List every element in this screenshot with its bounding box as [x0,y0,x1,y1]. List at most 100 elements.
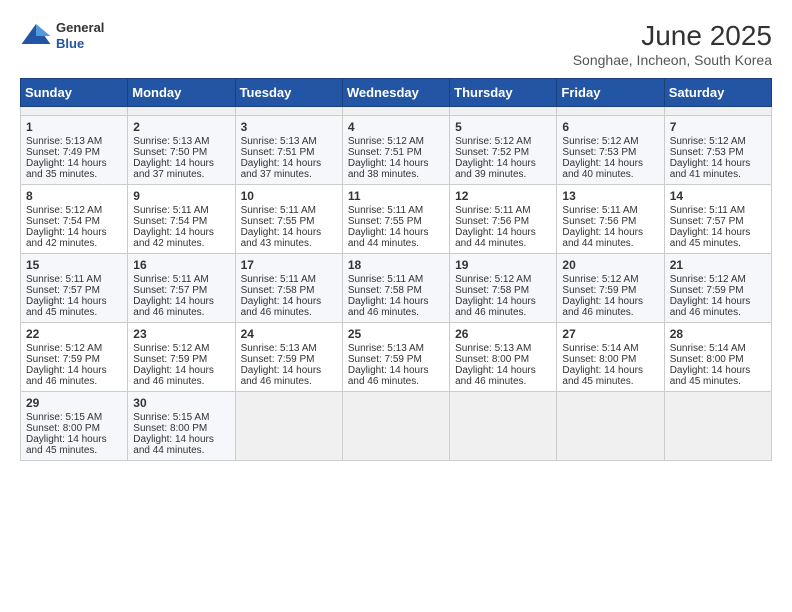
day-cell: 20Sunrise: 5:12 AMSunset: 7:59 PMDayligh… [557,254,664,323]
day-cell [557,107,664,116]
daylight-text: Daylight: 14 hours and 38 minutes. [348,158,444,180]
day-number: 13 [562,189,658,203]
day-cell [342,392,449,461]
daylight-text: Daylight: 14 hours and 46 minutes. [455,365,551,387]
day-cell [557,392,664,461]
day-cell: 10Sunrise: 5:11 AMSunset: 7:55 PMDayligh… [235,185,342,254]
daylight-text: Daylight: 14 hours and 44 minutes. [562,227,658,249]
day-cell: 26Sunrise: 5:13 AMSunset: 8:00 PMDayligh… [450,323,557,392]
week-row-2: 1 Sunrise: 5:13 AM Sunset: 7:49 PM Daylight… [21,116,772,185]
title-area: June 2025 Songhae, Incheon, South Korea [573,20,772,68]
sunrise-text: Sunrise: 5:11 AM [241,274,337,285]
sunrise-text: Sunrise: 5:12 AM [670,274,766,285]
day-cell: 3Sunrise: 5:13 AMSunset: 7:51 PMDaylight… [235,116,342,185]
day-cell: 15Sunrise: 5:11 AMSunset: 7:57 PMDayligh… [21,254,128,323]
sunset-text: Sunset: 8:00 PM [455,354,551,365]
sunrise-text: Sunrise: 5:13 AM [133,136,229,147]
day-number: 4 [348,120,444,134]
sunset-text: Sunset: 7:54 PM [133,216,229,227]
sunrise-text: Sunrise: 5:13 AM [241,343,337,354]
week-row-4: 15Sunrise: 5:11 AMSunset: 7:57 PMDayligh… [21,254,772,323]
sunrise-text: Sunrise: 5:11 AM [348,274,444,285]
day-cell: 18Sunrise: 5:11 AMSunset: 7:58 PMDayligh… [342,254,449,323]
day-cell [235,392,342,461]
daylight-text: Daylight: 14 hours and 46 minutes. [455,296,551,318]
sunrise-text: Sunrise: 5:11 AM [562,205,658,216]
daylight-text: Daylight: 14 hours and 46 minutes. [670,296,766,318]
daylight-text: Daylight: 14 hours and 42 minutes. [133,227,229,249]
sunset-text: Sunset: 7:49 PM [26,147,122,158]
day-header-saturday: Saturday [664,79,771,107]
sunrise-text: Sunrise: 5:11 AM [133,274,229,285]
day-number: 22 [26,327,122,341]
day-cell: 2Sunrise: 5:13 AMSunset: 7:50 PMDaylight… [128,116,235,185]
day-header-wednesday: Wednesday [342,79,449,107]
day-number: 1 [26,120,122,134]
day-cell [664,392,771,461]
day-number: 2 [133,120,229,134]
sunrise-text: Sunrise: 5:13 AM [241,136,337,147]
daylight-text: Daylight: 14 hours and 46 minutes. [241,296,337,318]
sunrise-text: Sunrise: 5:15 AM [26,412,122,423]
daylight-text: Daylight: 14 hours and 45 minutes. [670,365,766,387]
day-cell: 9Sunrise: 5:11 AMSunset: 7:54 PMDaylight… [128,185,235,254]
sunset-text: Sunset: 7:59 PM [26,354,122,365]
sunset-text: Sunset: 7:50 PM [133,147,229,158]
day-cell: 5Sunrise: 5:12 AMSunset: 7:52 PMDaylight… [450,116,557,185]
day-number: 27 [562,327,658,341]
daylight-text: Daylight: 14 hours and 37 minutes. [241,158,337,180]
day-cell [128,107,235,116]
daylight-text: Daylight: 14 hours and 46 minutes. [348,365,444,387]
sunset-text: Sunset: 7:58 PM [348,285,444,296]
sunset-text: Sunset: 8:00 PM [26,423,122,434]
daylight-text: Daylight: 14 hours and 44 minutes. [455,227,551,249]
day-number: 17 [241,258,337,272]
sunset-text: Sunset: 7:53 PM [670,147,766,158]
day-cell: 12Sunrise: 5:11 AMSunset: 7:56 PMDayligh… [450,185,557,254]
day-cell: 23Sunrise: 5:12 AMSunset: 7:59 PMDayligh… [128,323,235,392]
day-number: 19 [455,258,551,272]
sunrise-text: Sunrise: 5:12 AM [26,205,122,216]
day-number: 12 [455,189,551,203]
calendar-title: June 2025 [573,20,772,52]
sunrise-text: Sunrise: 5:12 AM [348,136,444,147]
sunset-text: Sunset: 7:59 PM [241,354,337,365]
sunset-text: Sunset: 7:54 PM [26,216,122,227]
day-cell: 24Sunrise: 5:13 AMSunset: 7:59 PMDayligh… [235,323,342,392]
daylight-text: Daylight: 14 hours and 45 minutes. [670,227,766,249]
sunrise-text: Sunrise: 5:12 AM [455,136,551,147]
sunrise-text: Sunrise: 5:15 AM [133,412,229,423]
sunset-text: Sunset: 7:57 PM [670,216,766,227]
sunset-text: Sunset: 7:55 PM [241,216,337,227]
daylight-text: Daylight: 14 hours and 46 minutes. [562,296,658,318]
day-number: 6 [562,120,658,134]
day-cell [235,107,342,116]
sunrise-text: Sunrise: 5:11 AM [348,205,444,216]
sunset-text: Sunset: 7:59 PM [348,354,444,365]
day-cell [450,107,557,116]
header: General Blue June 2025 Songhae, Incheon,… [20,20,772,68]
logo-text: General Blue [56,20,104,51]
daylight-text: Daylight: 14 hours and 42 minutes. [26,227,122,249]
day-header-tuesday: Tuesday [235,79,342,107]
day-number: 24 [241,327,337,341]
day-cell: 1Sunrise: 5:13 AMSunset: 7:49 PMDaylight… [21,116,128,185]
daylight-text: Daylight: 14 hours and 45 minutes. [26,434,122,456]
day-cell: 8Sunrise: 5:12 AMSunset: 7:54 PMDaylight… [21,185,128,254]
day-number: 29 [26,396,122,410]
day-number: 20 [562,258,658,272]
week-row-1 [21,107,772,116]
sunset-text: Sunset: 7:52 PM [455,147,551,158]
logo-blue: Blue [56,36,104,52]
day-cell [664,107,771,116]
week-row-3: 8Sunrise: 5:12 AMSunset: 7:54 PMDaylight… [21,185,772,254]
day-number: 21 [670,258,766,272]
sunrise-text: Sunrise: 5:11 AM [133,205,229,216]
day-header-sunday: Sunday [21,79,128,107]
sunset-text: Sunset: 8:00 PM [670,354,766,365]
sunset-text: Sunset: 7:59 PM [562,285,658,296]
day-cell: 29 Sunrise: 5:15 AMSunset: 8:00 PMDayligh… [21,392,128,461]
daylight-text: Daylight: 14 hours and 46 minutes. [133,296,229,318]
logo-icon [20,20,52,52]
day-cell: 30Sunrise: 5:15 AMSunset: 8:00 PMDayligh… [128,392,235,461]
